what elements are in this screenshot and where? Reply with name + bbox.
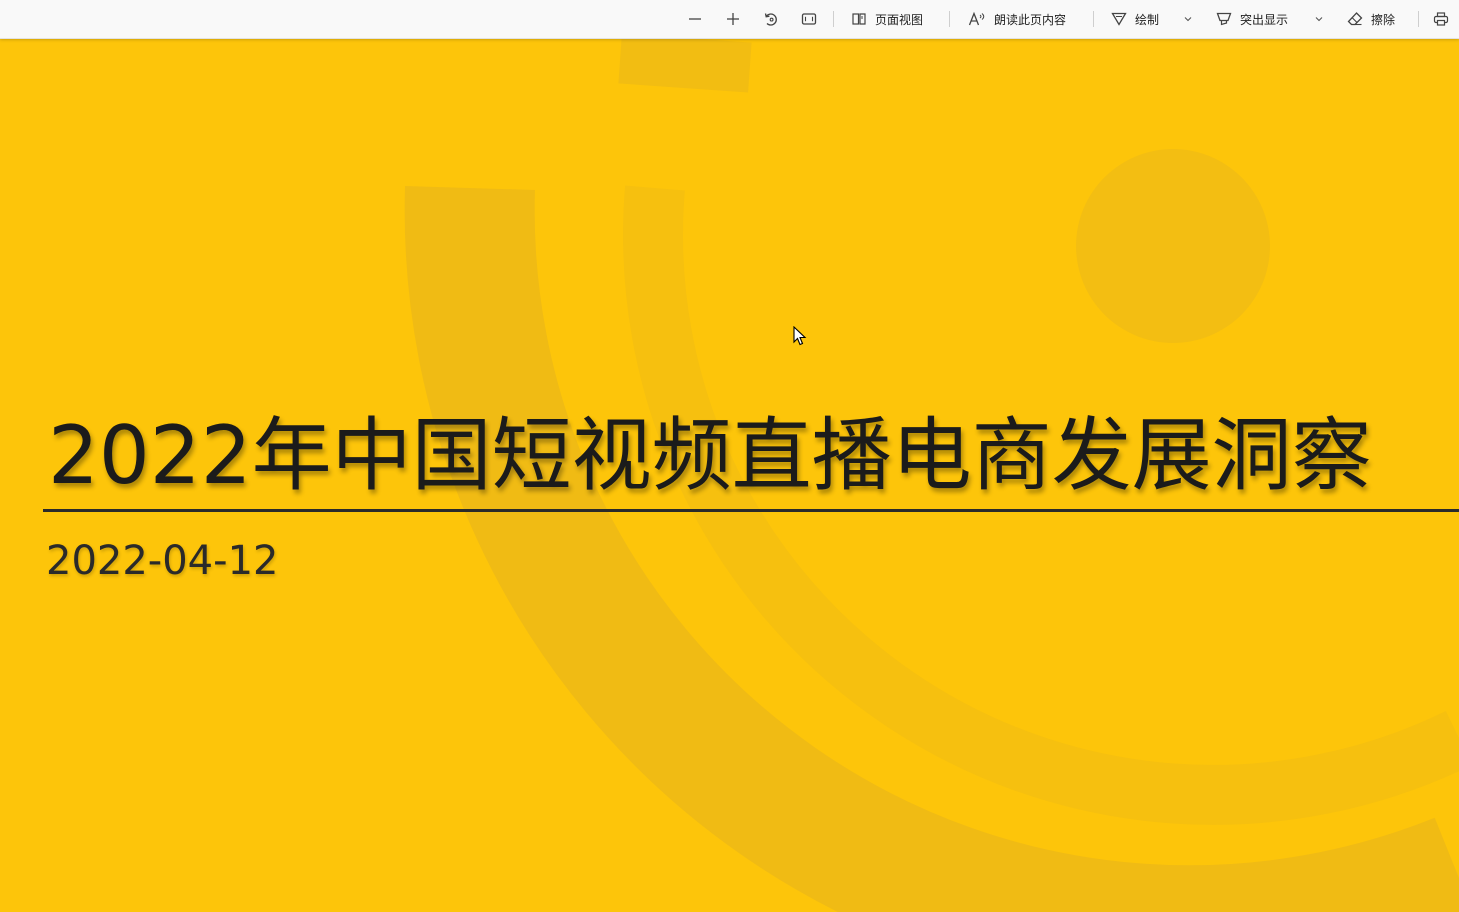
zoom-out-button[interactable] xyxy=(687,0,703,38)
rotate-button[interactable] xyxy=(763,0,779,38)
highlight-options-dropdown[interactable] xyxy=(1314,0,1324,38)
highlighter-icon xyxy=(1216,12,1232,26)
toolbar-separator xyxy=(949,11,950,27)
chevron-down-icon xyxy=(1184,17,1192,22)
highlight-button[interactable]: 突出显示 xyxy=(1216,0,1288,38)
print-icon xyxy=(1433,12,1449,26)
draw-label: 绘制 xyxy=(1135,12,1160,27)
page-view-button[interactable]: 页面视图 xyxy=(851,0,923,38)
read-aloud-label: 朗读此页内容 xyxy=(994,12,1067,27)
print-button[interactable] xyxy=(1433,0,1449,38)
plus-icon xyxy=(727,13,739,25)
toolbar-separator xyxy=(1418,11,1419,27)
draw-button[interactable]: 绘制 xyxy=(1111,0,1159,38)
chevron-down-icon xyxy=(1315,17,1323,22)
slide-page: 2022年中国短视频直播电商发展洞察 2022-04-12 xyxy=(0,38,1459,912)
slide-date: 2022-04-12 xyxy=(46,538,279,584)
draw-options-dropdown[interactable] xyxy=(1183,0,1193,38)
fit-page-icon xyxy=(801,13,817,25)
pdf-toolbar: 页面视图 朗读此页内容 绘制 突出显示 擦除 xyxy=(0,0,1459,39)
read-aloud-icon xyxy=(968,11,985,26)
toolbar-separator xyxy=(1093,11,1094,27)
toolbar-separator xyxy=(833,11,834,27)
title-underline xyxy=(43,509,1459,512)
erase-label: 擦除 xyxy=(1371,12,1396,27)
mouse-cursor-icon xyxy=(793,326,807,346)
erase-button[interactable]: 擦除 xyxy=(1347,0,1395,38)
page-view-label: 页面视图 xyxy=(875,12,924,27)
zoom-in-button[interactable] xyxy=(725,0,741,38)
minus-icon xyxy=(689,18,701,20)
draw-icon xyxy=(1111,12,1127,26)
slide-title: 2022年中国短视频直播电商发展洞察 xyxy=(48,409,1372,502)
highlight-label: 突出显示 xyxy=(1240,12,1289,27)
page-view-icon xyxy=(852,13,866,25)
eraser-icon xyxy=(1347,12,1363,26)
rotate-icon xyxy=(764,13,777,26)
fit-page-button[interactable] xyxy=(801,0,817,38)
read-aloud-button[interactable]: 朗读此页内容 xyxy=(968,0,1066,38)
